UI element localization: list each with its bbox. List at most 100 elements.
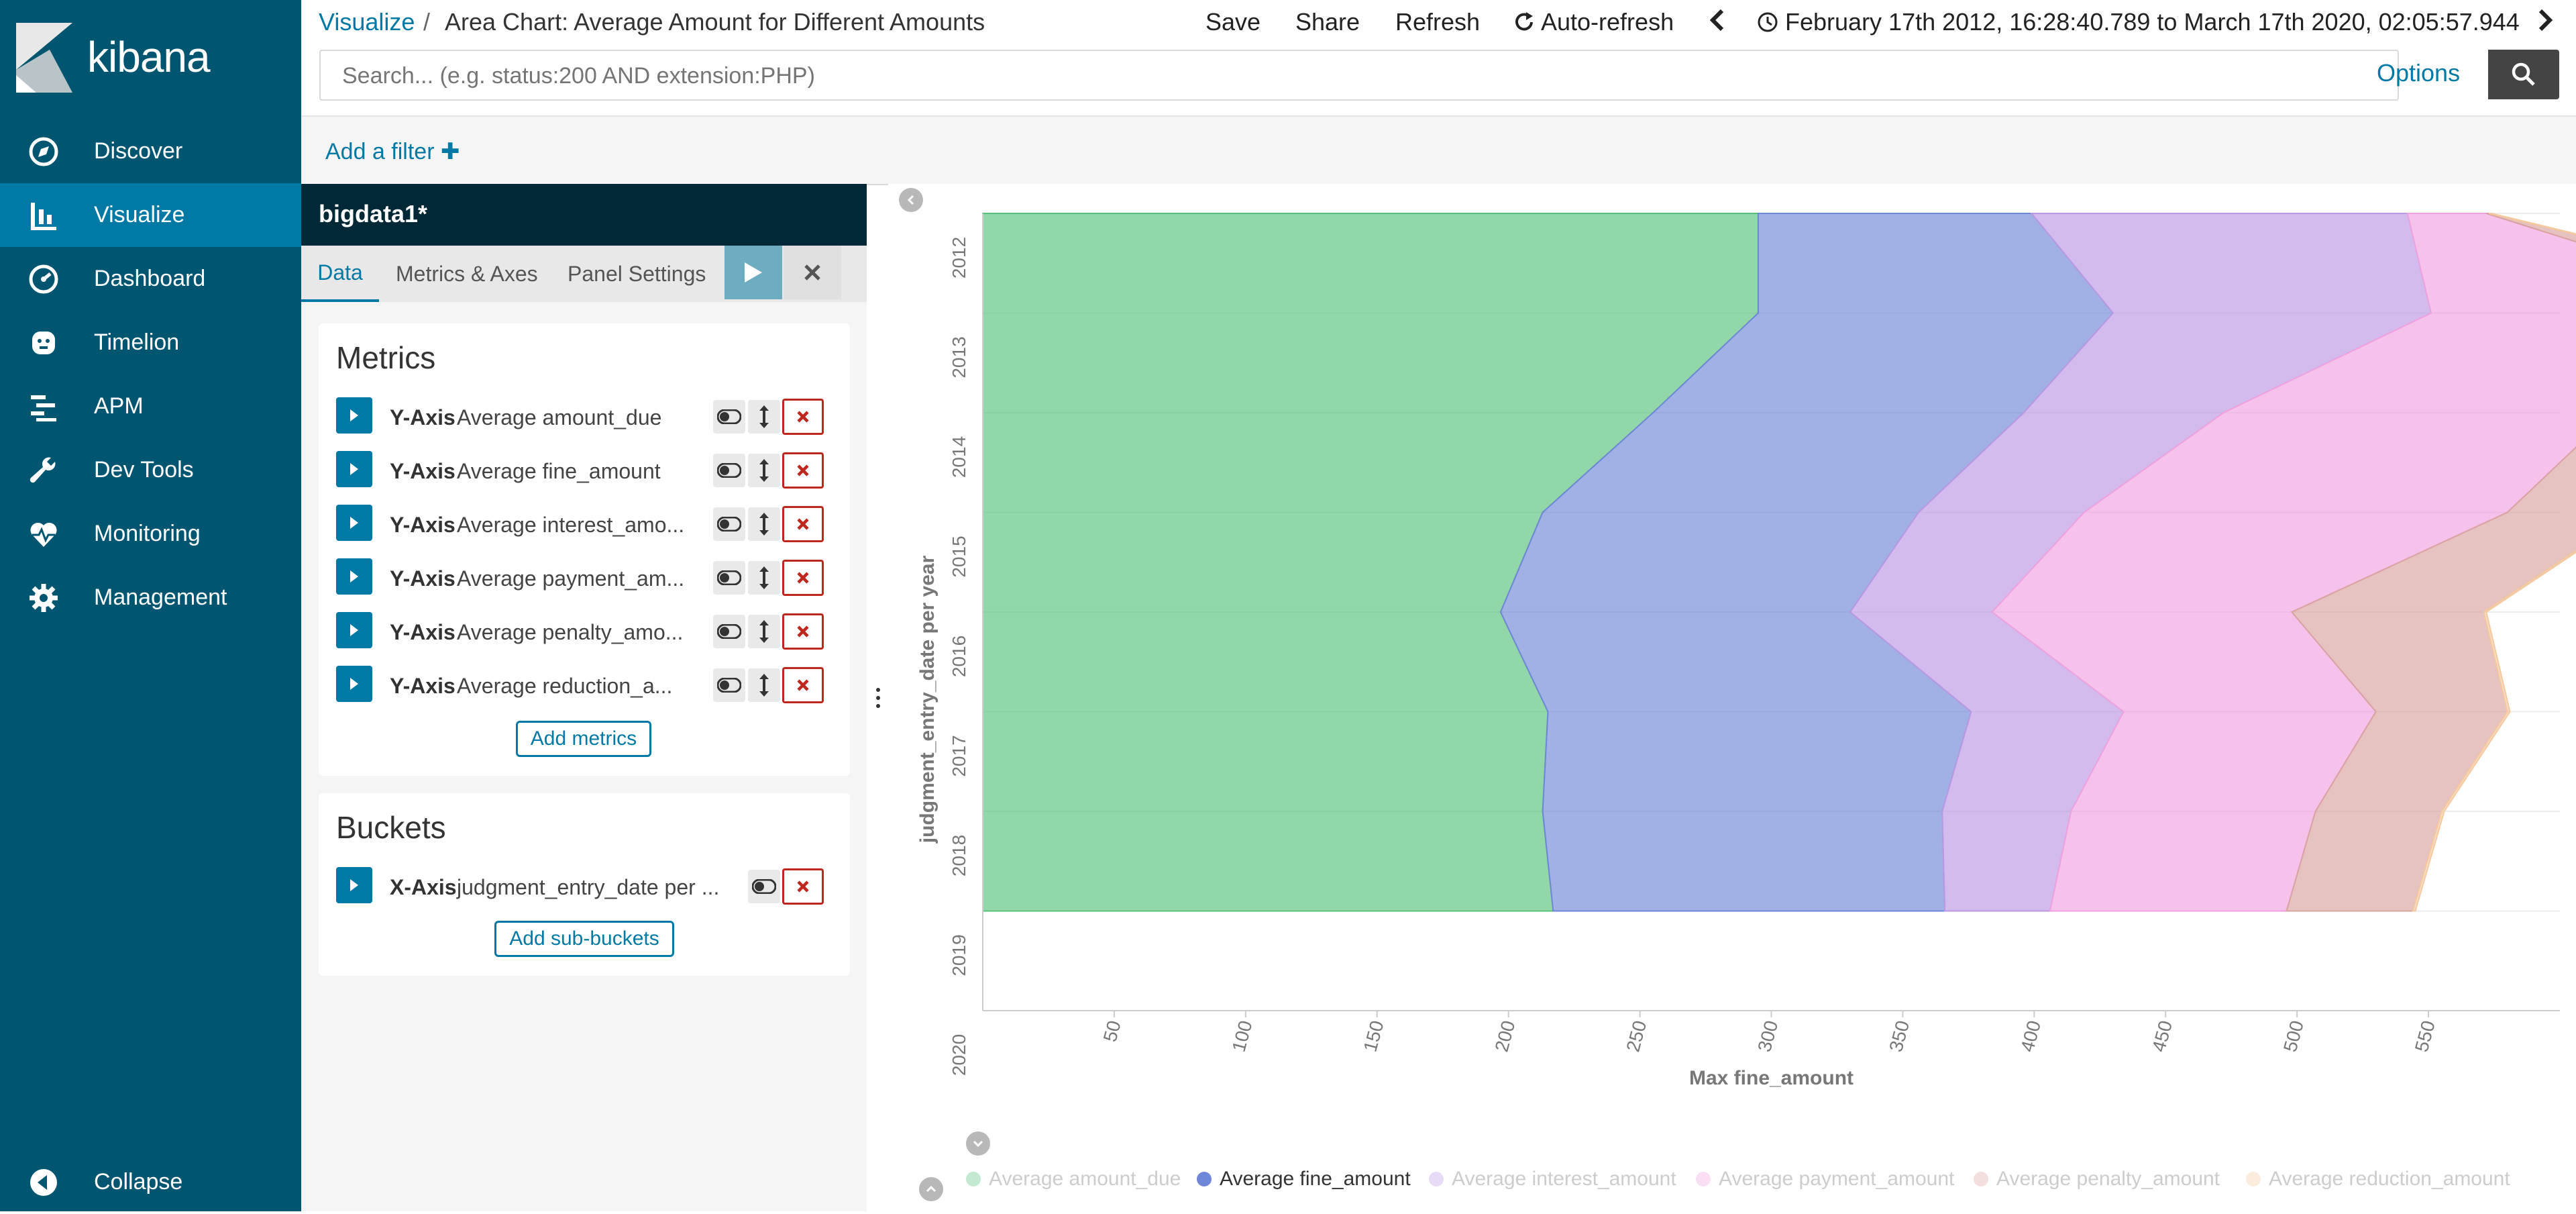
collapse-icon — [27, 1166, 60, 1199]
collapse-editor-button[interactable] — [899, 188, 923, 212]
add-sub-buckets-button[interactable]: Add sub-buckets — [494, 921, 674, 957]
metric-remove-button[interactable] — [782, 506, 824, 542]
metric-expand-button[interactable] — [336, 505, 372, 541]
value-tick-label: 350 — [1885, 1019, 1913, 1054]
metric-remove-button[interactable] — [782, 560, 824, 596]
sidebar: kibana Discover Visualize Dashboard Time… — [0, 0, 301, 1211]
add-filter-button[interactable]: Add a filter ✚ — [325, 138, 460, 165]
scroll-up-button[interactable] — [919, 1177, 943, 1201]
metric-row: Y-Axis Average amount_due — [336, 397, 839, 436]
bucket-expand-button[interactable] — [336, 867, 372, 903]
legend-item[interactable]: Average interest_amount — [1429, 1168, 1676, 1191]
breadcrumb-visualize[interactable]: Visualize — [319, 8, 415, 36]
bucket-description: judgment_entry_date per ... — [457, 875, 720, 899]
sidebar-item-management[interactable]: Management — [0, 566, 301, 629]
legend-color-dot — [1429, 1172, 1444, 1186]
sidebar-collapse[interactable]: Collapse — [0, 1150, 301, 1214]
dashboard-icon — [27, 262, 60, 296]
sidebar-item-dev-tools[interactable]: Dev Tools — [0, 438, 301, 502]
apply-changes-button[interactable] — [724, 246, 782, 299]
clock-icon — [1758, 12, 1778, 32]
sidebar-item-apm[interactable]: APM — [0, 374, 301, 438]
metric-expand-button[interactable] — [336, 558, 372, 595]
metric-drag-handle[interactable] — [748, 400, 780, 434]
search-button[interactable] — [2488, 50, 2559, 99]
metric-remove-button[interactable] — [782, 399, 824, 435]
metric-drag-handle[interactable] — [748, 615, 780, 648]
metric-row: Y-Axis Average fine_amount — [336, 451, 839, 490]
time-next-button[interactable] — [2535, 7, 2555, 40]
metric-expand-button[interactable] — [336, 397, 372, 434]
legend-color-dot — [2246, 1172, 2261, 1186]
metric-expand-button[interactable] — [336, 612, 372, 648]
sidebar-item-discover[interactable]: Discover — [0, 119, 301, 183]
sidebar-item-timelion[interactable]: Timelion — [0, 311, 301, 374]
tab-panel-settings[interactable]: Panel Settings — [568, 246, 706, 302]
tab-metrics-axes[interactable]: Metrics & Axes — [396, 246, 538, 302]
panel-resize-handle[interactable] — [873, 685, 883, 711]
bucket-remove-button[interactable] — [782, 868, 824, 905]
metric-axis: Y-Axis — [390, 566, 455, 591]
metric-toggle-button[interactable] — [713, 400, 745, 434]
legend-item[interactable]: Average payment_amount — [1696, 1168, 1954, 1191]
metric-remove-button[interactable] — [782, 613, 824, 650]
compass-icon — [27, 135, 60, 168]
search-options-link[interactable]: Options — [2377, 59, 2460, 87]
breadcrumb-separator: / — [423, 8, 431, 36]
metric-toggle-button[interactable] — [713, 668, 745, 702]
sidebar-item-dashboard[interactable]: Dashboard — [0, 247, 301, 311]
legend-color-dot — [1974, 1172, 1988, 1186]
value-tick-label: 250 — [1622, 1019, 1650, 1054]
toggle-icon — [717, 409, 741, 424]
area-chart: 2012 2013 2014 2015 2016 2017 2018 2019 2020 50 10… — [916, 213, 2576, 1089]
auto-refresh-button[interactable]: Auto-refresh — [1513, 8, 1674, 36]
metric-toggle-button[interactable] — [713, 454, 745, 487]
metric-description: Average amount_due — [457, 405, 662, 429]
toggle-icon — [717, 463, 741, 478]
sidebar-item-monitoring[interactable]: Monitoring — [0, 502, 301, 566]
legend-item[interactable]: Average penalty_amount — [1974, 1168, 2220, 1191]
bucket-toggle-button[interactable] — [748, 870, 780, 903]
legend-item[interactable]: Average fine_amount — [1197, 1168, 1411, 1191]
time-picker[interactable]: February 17th 2012, 16:28:40.789 to Marc… — [1757, 8, 2520, 36]
metric-expand-button[interactable] — [336, 451, 372, 487]
legend-item[interactable]: Average reduction_amount — [2246, 1168, 2510, 1191]
refresh-button[interactable]: Refresh — [1395, 8, 1480, 36]
save-button[interactable]: Save — [1205, 8, 1260, 36]
sidebar-item-label: Monitoring — [94, 521, 201, 546]
metric-drag-handle[interactable] — [748, 507, 780, 541]
metric-axis: Y-Axis — [390, 513, 455, 537]
metric-remove-button[interactable] — [782, 667, 824, 703]
time-previous-button[interactable] — [1707, 7, 1727, 40]
metric-remove-button[interactable] — [782, 452, 824, 489]
metric-toggle-button[interactable] — [713, 507, 745, 541]
share-button[interactable]: Share — [1295, 8, 1360, 36]
caret-right-icon — [350, 463, 358, 475]
discard-changes-button[interactable] — [784, 246, 841, 299]
add-metrics-button[interactable]: Add metrics — [516, 721, 651, 757]
legend-item[interactable]: Average amount_due — [966, 1168, 1181, 1191]
category-tick-label: 2018 — [949, 835, 969, 876]
legend-toggle-button[interactable] — [966, 1131, 990, 1156]
metric-drag-handle[interactable] — [748, 454, 780, 487]
metric-toggle-button[interactable] — [713, 615, 745, 648]
legend-label: Average penalty_amount — [1996, 1168, 2220, 1190]
sidebar-item-visualize[interactable]: Visualize — [0, 183, 301, 247]
category-tick-label: 2019 — [949, 934, 969, 976]
search-input[interactable] — [341, 60, 2289, 91]
bucket-axis: X-Axis — [390, 875, 457, 899]
metric-description: Average fine_amount — [457, 459, 661, 483]
metric-drag-handle[interactable] — [748, 668, 780, 702]
kibana-logo[interactable] — [16, 23, 72, 93]
metric-drag-handle[interactable] — [748, 561, 780, 595]
tab-data[interactable]: Data — [301, 246, 379, 302]
metric-description: Average reduction_a... — [457, 674, 673, 698]
index-pattern-name: bigdata1* — [319, 200, 428, 227]
chevron-up-icon — [926, 1185, 936, 1193]
plus-icon: ✚ — [440, 139, 460, 164]
metric-toggle-button[interactable] — [713, 561, 745, 595]
metric-expand-button[interactable] — [336, 666, 372, 702]
sidebar-item-label: APM — [94, 393, 144, 419]
close-icon — [797, 411, 809, 423]
sidebar-item-label: Timelion — [94, 330, 180, 355]
